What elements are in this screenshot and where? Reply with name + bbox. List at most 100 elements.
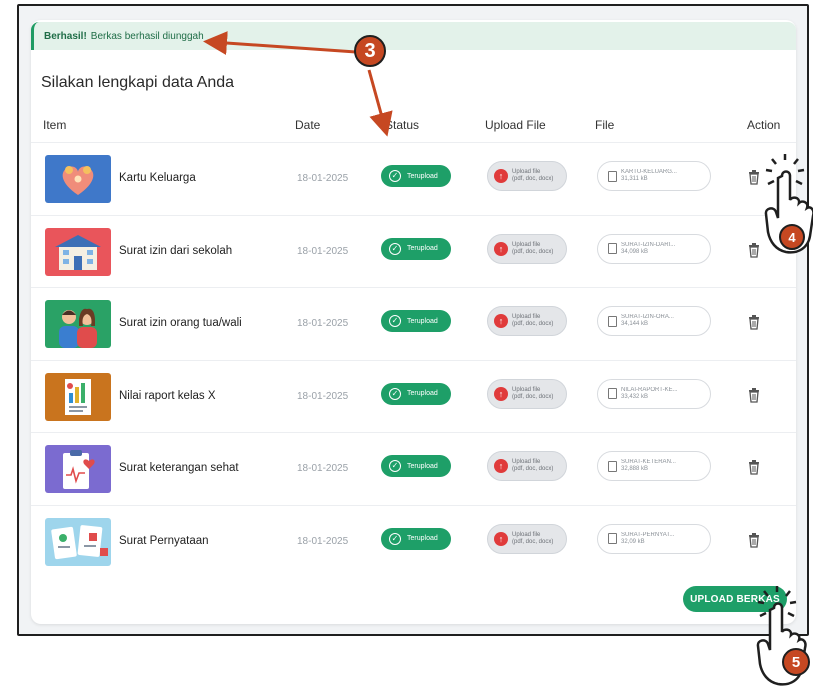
uploaded-file[interactable]: SURAT-IZIN-ORA... 34,144 kB — [597, 306, 711, 336]
status-label: Terupload — [407, 317, 438, 325]
step-callout-4: 4 — [779, 224, 805, 250]
document-icon — [608, 243, 617, 254]
document-icon — [608, 315, 617, 327]
status-label: Terupload — [407, 390, 438, 397]
trash-icon[interactable] — [747, 532, 761, 548]
upload-file-button[interactable]: ↑ Upload file (pdf, doc, docx) — [487, 233, 567, 264]
upload-label: Upload file — [512, 169, 541, 175]
page-title: Silakan lengkapi data Anda — [41, 74, 235, 91]
upload-file-button[interactable]: ↑ Upload file (pdf, doc, docx) — [487, 378, 567, 409]
item-date: 18-01-2025 — [297, 245, 349, 257]
table-row: Surat Pernyataan 18-01-2025 ✓ Terupload ↑… — [31, 504, 796, 578]
uploaded-file[interactable]: SURAT-IZIN-DARI... 34,098 kB — [597, 233, 711, 264]
column-upload-file: Upload File — [485, 118, 546, 132]
file-name: SURAT-PERNYAT... — [621, 531, 675, 538]
upload-icon: ↑ — [494, 169, 508, 183]
upload-formats: (pdf, doc, docx) — [512, 248, 554, 255]
upload-icon: ↑ — [494, 459, 508, 473]
status-label: Terupload — [407, 172, 438, 180]
upload-formats: (pdf, doc, docx) — [512, 321, 554, 327]
school-permit-image — [45, 227, 111, 276]
status-label: Terupload — [407, 462, 438, 470]
upload-file-button[interactable]: ↑ Upload file (pdf, doc, docx) — [487, 451, 567, 481]
status-label: Terupload — [407, 245, 438, 252]
item-name: Kartu Keluarga — [119, 172, 196, 184]
table-row: Kartu Keluarga 18-01-2025 ✓ Terupload ↑ Up… — [31, 142, 796, 215]
trash-icon[interactable] — [747, 387, 761, 403]
table-row: Surat izin orang tua/wali 18-01-2025 ✓ Te… — [31, 287, 796, 360]
uploaded-file[interactable]: KARTU-KELUARG... 31,311 kB — [597, 161, 711, 191]
file-name: SURAT-IZIN-DARI... — [621, 241, 676, 248]
item-name: Surat izin dari sekolah — [119, 244, 233, 257]
status-badge: ✓ Terupload — [381, 527, 451, 550]
file-size: 34,144 kB — [621, 321, 649, 327]
item-date: 18-01-2025 — [297, 390, 349, 402]
status-badge: ✓ Terupload — [381, 237, 451, 260]
statement-image — [45, 517, 111, 566]
app-window: Berhasil! Berkas berhasil diunggah Silak… — [17, 4, 809, 636]
upload-berkas-button[interactable]: UPLOAD BERKAS — [683, 586, 787, 612]
success-alert: Berhasil! Berkas berhasil diunggah — [31, 22, 796, 50]
upload-file-button[interactable]: ↑ Upload file (pdf, doc, docx) — [487, 523, 567, 554]
alert-text: Berkas berhasil diunggah — [90, 30, 204, 42]
status-badge: ✓ Terupload — [381, 455, 451, 477]
check-circle-icon: ✓ — [389, 242, 401, 255]
trash-icon[interactable] — [747, 169, 761, 185]
uploaded-file[interactable]: NILAI-RAPORT-KE... 33,432 kB — [597, 378, 711, 409]
document-icon — [608, 388, 617, 399]
upload-formats: (pdf, doc, docx) — [512, 176, 554, 182]
table-row: Surat izin dari sekolah 18-01-2025 ✓ Teru… — [31, 214, 796, 288]
step-callout-3: 3 — [354, 35, 386, 67]
upload-formats: (pdf, doc, docx) — [512, 466, 554, 472]
item-date: 18-01-2025 — [297, 463, 349, 474]
document-icon — [608, 170, 617, 182]
status-badge: ✓ Terupload — [381, 310, 451, 332]
trash-icon[interactable] — [747, 242, 761, 258]
item-name: Surat Pernyataan — [119, 534, 209, 547]
status-badge: ✓ Terupload — [381, 165, 451, 187]
column-action: Action — [747, 118, 781, 132]
column-date: Date — [295, 118, 321, 132]
uploaded-file[interactable]: SURAT-PERNYAT... 32,09 kB — [597, 523, 711, 554]
item-date: 18-01-2025 — [297, 173, 349, 184]
table-row: Surat keterangan sehat 18-01-2025 ✓ Terup… — [31, 432, 796, 505]
file-name: SURAT-IZIN-ORA... — [621, 314, 674, 320]
parent-permit-image — [45, 300, 111, 348]
upload-formats: (pdf, doc, docx) — [512, 538, 554, 545]
column-status: Status — [385, 118, 420, 132]
item-name: Surat izin orang tua/wali — [119, 317, 242, 329]
upload-label: Upload file — [512, 314, 541, 320]
check-circle-icon: ✓ — [389, 315, 401, 327]
item-name: Nilai raport kelas X — [119, 389, 216, 402]
check-circle-icon: ✓ — [389, 532, 401, 545]
file-name: SURAT-KETERAN... — [621, 459, 676, 465]
upload-formats: (pdf, doc, docx) — [512, 393, 554, 400]
trash-icon[interactable] — [747, 314, 761, 330]
upload-label: Upload file — [512, 241, 541, 248]
upload-label: Upload file — [512, 531, 541, 538]
upload-icon: ↑ — [494, 386, 508, 401]
file-size: 31,311 kB — [621, 176, 648, 182]
report-card-image — [45, 372, 111, 421]
upload-label: Upload file — [512, 386, 541, 393]
item-date: 18-01-2025 — [297, 535, 349, 547]
document-icon — [608, 533, 617, 544]
upload-file-button[interactable]: ↑ Upload file (pdf, doc, docx) — [487, 161, 567, 191]
status-label: Terupload — [407, 535, 438, 542]
check-circle-icon: ✓ — [389, 460, 401, 472]
table-body: Kartu Keluarga 18-01-2025 ✓ Terupload ↑ Up… — [31, 142, 796, 577]
uploaded-file[interactable]: SURAT-KETERAN... 32,888 kB — [597, 451, 711, 481]
file-size: 33,432 kB — [621, 393, 649, 400]
upload-file-button[interactable]: ↑ Upload file (pdf, doc, docx) — [487, 306, 567, 336]
column-file: File — [595, 118, 615, 132]
status-badge: ✓ Terupload — [381, 382, 451, 405]
document-icon — [608, 460, 617, 472]
item-name: Surat keterangan sehat — [119, 462, 239, 474]
check-circle-icon: ✓ — [389, 170, 401, 182]
file-name: KARTU-KELUARG... — [621, 169, 677, 175]
file-size: 34,098 kB — [621, 248, 649, 255]
trash-icon[interactable] — [747, 459, 761, 475]
upload-icon: ↑ — [494, 241, 508, 256]
file-size: 32,888 kB — [621, 466, 649, 472]
health-certificate-image — [45, 445, 111, 493]
